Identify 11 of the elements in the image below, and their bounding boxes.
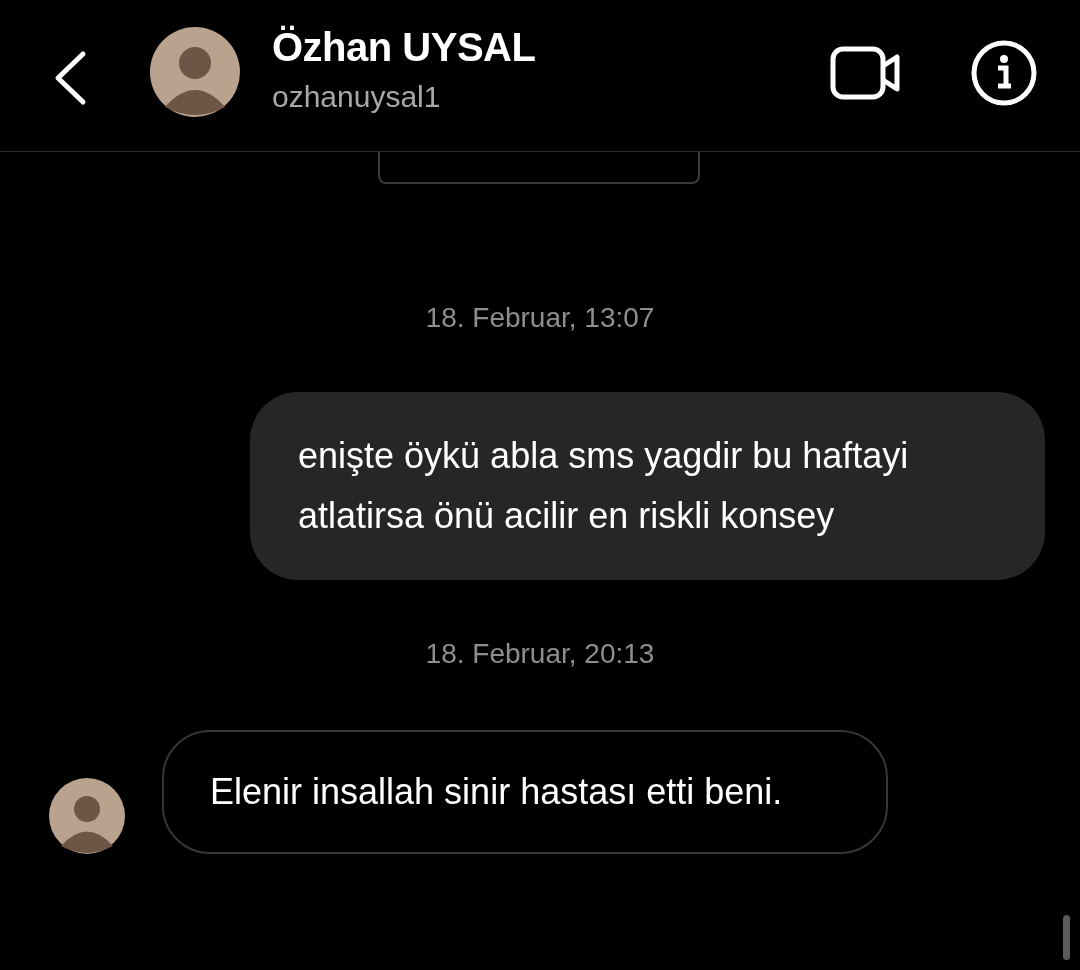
message-timestamp: 18. Februar, 20:13: [425, 637, 655, 671]
scrollbar: [1063, 915, 1070, 960]
message-timestamp: 18. Februar, 13:07: [425, 301, 655, 335]
received-message: Elenir insallah sinir hastası etti beni.: [162, 730, 888, 854]
info-icon[interactable]: [970, 38, 1038, 107]
sent-message: enişte öykü abla sms yagdir bu haftayi atlatirsa önü acilir en riskli konsey: [250, 392, 1045, 580]
avatar-icon[interactable]: [150, 26, 240, 117]
avatar-icon: [49, 778, 125, 854]
video-call-icon[interactable]: [830, 45, 902, 100]
contact-name: Özhan UYSAL: [272, 23, 537, 71]
username: ozhanuysal1: [272, 78, 442, 115]
